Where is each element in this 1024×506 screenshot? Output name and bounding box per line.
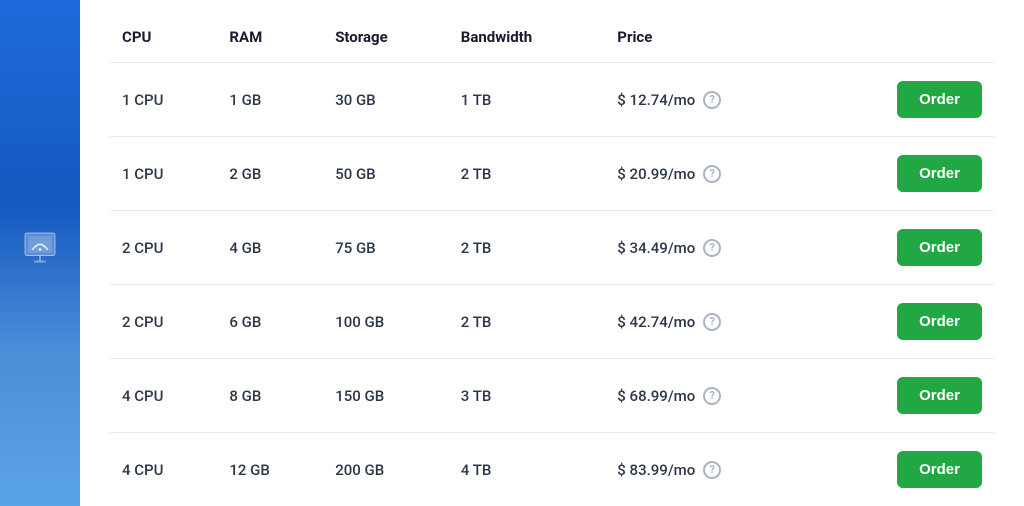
order-button[interactable]: Order: [897, 303, 982, 340]
table-row: 1 CPU2 GB50 GB2 TB$ 20.99/mo?Order: [110, 137, 994, 211]
cell-cpu: 4 CPU: [110, 433, 217, 506]
help-icon[interactable]: ?: [703, 387, 721, 405]
cell-price: $ 68.99/mo?: [605, 359, 815, 433]
table-row: 2 CPU4 GB75 GB2 TB$ 34.49/mo?Order: [110, 211, 994, 285]
cell-ram: 1 GB: [217, 63, 323, 137]
cell-order: Order: [815, 285, 994, 359]
cell-bandwidth: 4 TB: [449, 433, 606, 506]
header-storage: Storage: [323, 20, 449, 63]
cell-storage: 50 GB: [323, 137, 449, 211]
cell-ram: 4 GB: [217, 211, 323, 285]
cell-price: $ 83.99/mo?: [605, 433, 815, 506]
cell-price: $ 12.74/mo?: [605, 63, 815, 137]
cell-bandwidth: 1 TB: [449, 63, 606, 137]
cell-bandwidth: 2 TB: [449, 211, 606, 285]
cell-storage: 30 GB: [323, 63, 449, 137]
cell-cpu: 2 CPU: [110, 285, 217, 359]
cell-cpu: 1 CPU: [110, 63, 217, 137]
order-button[interactable]: Order: [897, 377, 982, 414]
cell-ram: 6 GB: [217, 285, 323, 359]
order-button[interactable]: Order: [897, 229, 982, 266]
header-cpu: CPU: [110, 20, 217, 63]
cell-ram: 2 GB: [217, 137, 323, 211]
cell-storage: 75 GB: [323, 211, 449, 285]
cell-cpu: 2 CPU: [110, 211, 217, 285]
price-value: $ 34.49/mo: [617, 239, 695, 257]
price-value: $ 68.99/mo: [617, 387, 695, 405]
pricing-table: CPU RAM Storage Bandwidth Price 1 CPU1 G…: [110, 20, 994, 506]
cell-order: Order: [815, 359, 994, 433]
cell-order: Order: [815, 137, 994, 211]
help-icon[interactable]: ?: [703, 461, 721, 479]
table-row: 4 CPU8 GB150 GB3 TB$ 68.99/mo?Order: [110, 359, 994, 433]
help-icon[interactable]: ?: [703, 91, 721, 109]
main-content: CPU RAM Storage Bandwidth Price 1 CPU1 G…: [80, 0, 1024, 506]
order-button[interactable]: Order: [897, 451, 982, 488]
price-value: $ 42.74/mo: [617, 313, 695, 331]
table-row: 2 CPU6 GB100 GB2 TB$ 42.74/mo?Order: [110, 285, 994, 359]
cell-bandwidth: 3 TB: [449, 359, 606, 433]
price-value: $ 12.74/mo: [617, 91, 695, 109]
sidebar-illustration: [10, 223, 70, 283]
table-row: 1 CPU1 GB30 GB1 TB$ 12.74/mo?Order: [110, 63, 994, 137]
sidebar: [0, 0, 80, 506]
help-icon[interactable]: ?: [703, 239, 721, 257]
price-value: $ 20.99/mo: [617, 165, 695, 183]
cell-storage: 150 GB: [323, 359, 449, 433]
cell-bandwidth: 2 TB: [449, 137, 606, 211]
cell-price: $ 20.99/mo?: [605, 137, 815, 211]
header-ram: RAM: [217, 20, 323, 63]
cell-price: $ 34.49/mo?: [605, 211, 815, 285]
cell-cpu: 4 CPU: [110, 359, 217, 433]
order-button[interactable]: Order: [897, 155, 982, 192]
header-price: Price: [605, 20, 815, 63]
cell-storage: 100 GB: [323, 285, 449, 359]
cell-ram: 12 GB: [217, 433, 323, 506]
table-row: 4 CPU12 GB200 GB4 TB$ 83.99/mo?Order: [110, 433, 994, 506]
cell-order: Order: [815, 433, 994, 506]
header-bandwidth: Bandwidth: [449, 20, 606, 63]
help-icon[interactable]: ?: [703, 165, 721, 183]
cell-cpu: 1 CPU: [110, 137, 217, 211]
cell-order: Order: [815, 211, 994, 285]
price-value: $ 83.99/mo: [617, 461, 695, 479]
cell-bandwidth: 2 TB: [449, 285, 606, 359]
help-icon[interactable]: ?: [703, 313, 721, 331]
cell-storage: 200 GB: [323, 433, 449, 506]
order-button[interactable]: Order: [897, 81, 982, 118]
cell-order: Order: [815, 63, 994, 137]
cell-price: $ 42.74/mo?: [605, 285, 815, 359]
cell-ram: 8 GB: [217, 359, 323, 433]
